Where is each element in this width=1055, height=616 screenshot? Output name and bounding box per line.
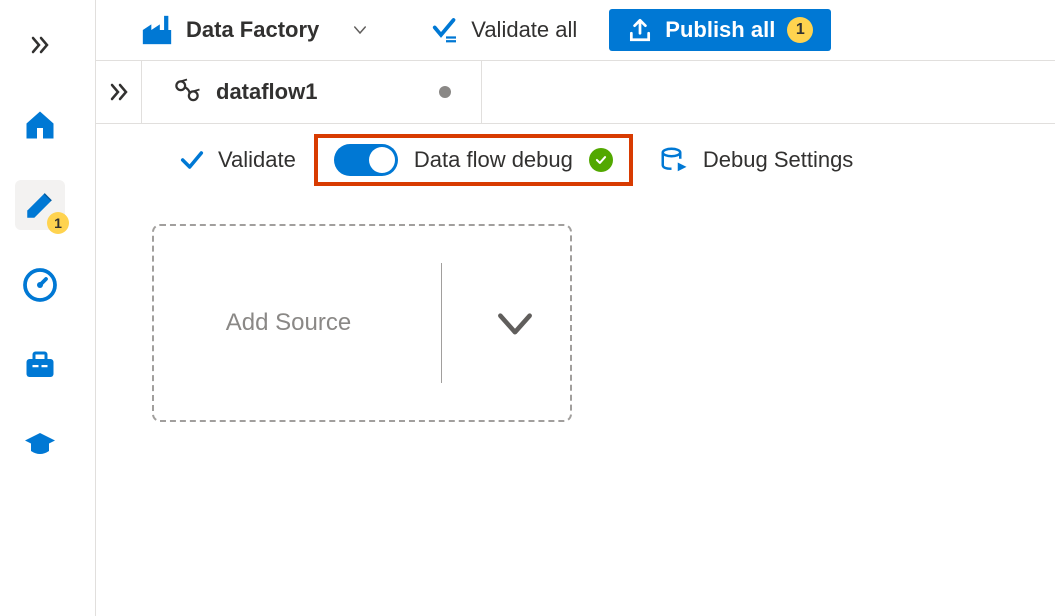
sidebar-home[interactable] <box>15 100 65 150</box>
add-source-label: Add Source <box>154 309 423 337</box>
chevron-down-icon <box>345 21 375 39</box>
chevron-right-double-icon <box>107 80 131 104</box>
publish-changes-badge: 1 <box>787 17 813 43</box>
graduation-cap-icon <box>22 427 58 463</box>
tab-label: dataflow1 <box>216 79 317 105</box>
validate-label: Validate <box>218 147 296 173</box>
debug-settings-label: Debug Settings <box>703 147 853 173</box>
chevron-down-icon <box>493 301 537 345</box>
factory-selector[interactable]: Data Factory <box>140 13 375 47</box>
data-flow-debug-toggle[interactable] <box>334 144 398 176</box>
toggle-knob <box>369 147 395 173</box>
publish-all-label: Publish all <box>665 17 775 43</box>
dataflow-icon <box>172 77 202 107</box>
validate-all-button[interactable]: Validate all <box>431 15 577 45</box>
check-list-icon <box>431 15 461 45</box>
sidebar-learn[interactable] <box>15 420 65 470</box>
toolbox-icon <box>22 347 58 383</box>
collapse-panel-button[interactable] <box>96 61 142 123</box>
add-source-dropdown[interactable] <box>460 301 570 345</box>
factory-icon <box>140 13 174 47</box>
debug-status-icon <box>589 148 613 172</box>
check-icon <box>178 146 206 174</box>
factory-label: Data Factory <box>186 17 319 43</box>
sidebar-expand-chevrons[interactable] <box>15 20 65 70</box>
tab-dirty-indicator <box>439 86 451 98</box>
validate-all-label: Validate all <box>471 17 577 43</box>
divider <box>441 263 442 383</box>
database-play-icon <box>659 145 689 175</box>
debug-settings-button[interactable]: Debug Settings <box>659 145 853 175</box>
sidebar-monitor[interactable] <box>15 260 65 310</box>
sidebar-author[interactable]: 1 <box>15 180 65 230</box>
validate-button[interactable]: Validate <box>178 146 296 174</box>
tab-dataflow1[interactable]: dataflow1 <box>142 61 482 123</box>
data-flow-debug-label: Data flow debug <box>414 147 573 173</box>
chevron-right-double-icon <box>28 33 52 57</box>
home-icon <box>22 107 58 143</box>
publish-all-button[interactable]: Publish all 1 <box>609 9 831 51</box>
sidebar-manage[interactable] <box>15 340 65 390</box>
author-changes-badge: 1 <box>47 212 69 234</box>
add-source-box[interactable]: Add Source <box>152 224 572 422</box>
debug-toggle-highlight: Data flow debug <box>314 134 633 186</box>
upload-icon <box>627 17 653 43</box>
gauge-icon <box>22 267 58 303</box>
